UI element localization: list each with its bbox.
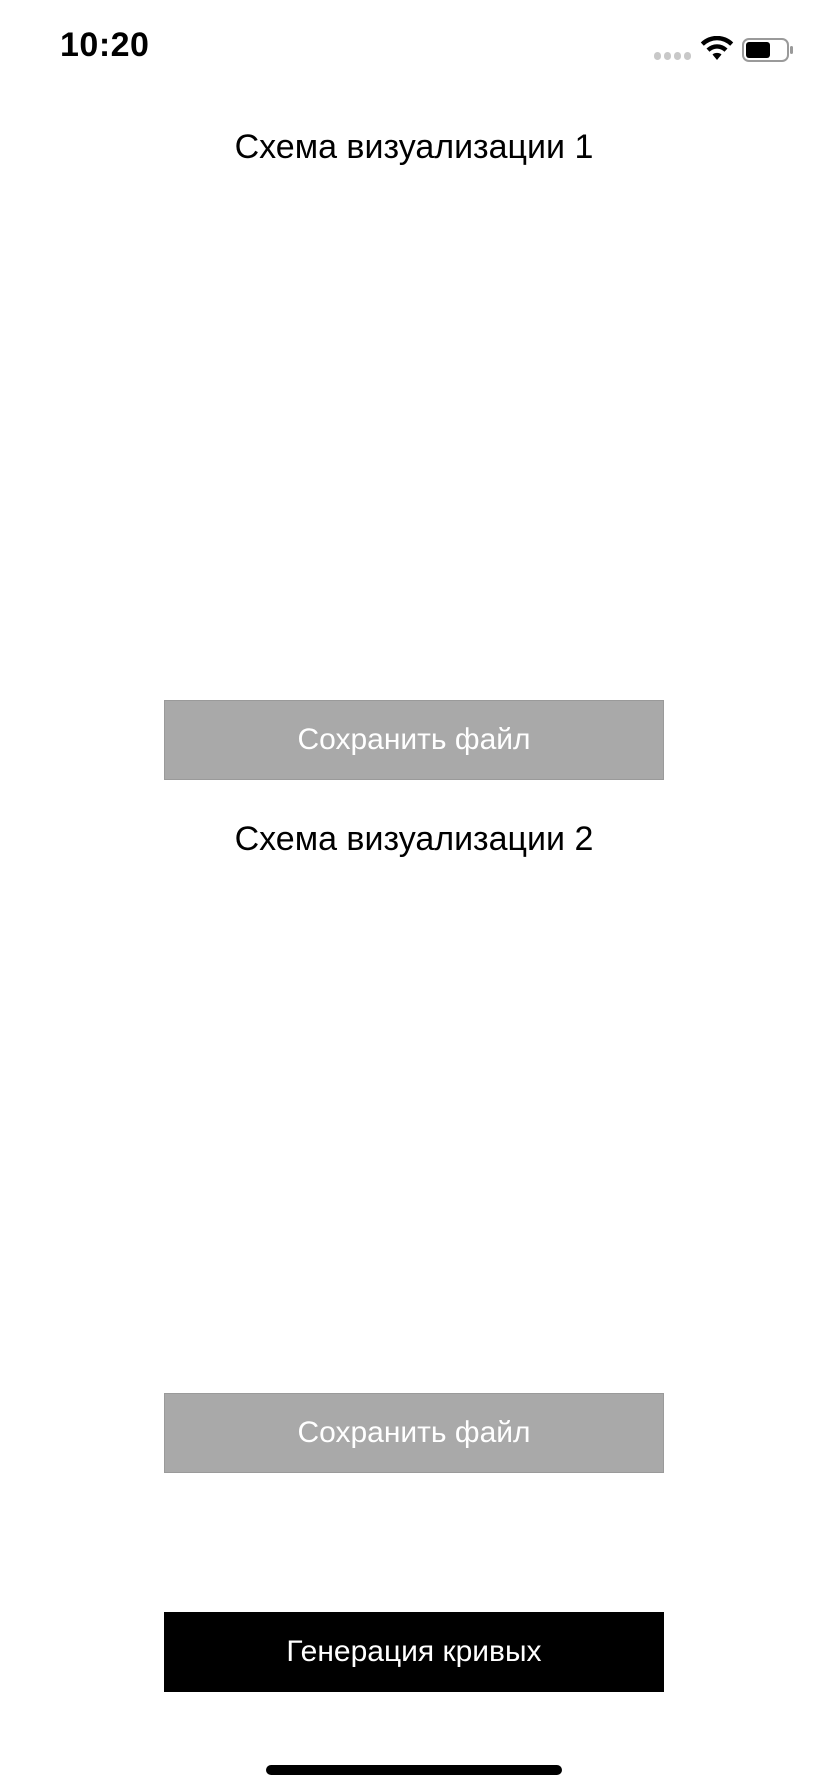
home-indicator[interactable] (266, 1765, 562, 1775)
save-file-1-button[interactable]: Сохранить файл (164, 700, 664, 780)
visualization-1-canvas (0, 180, 828, 690)
generate-curves-button[interactable]: Генерация кривых (164, 1612, 664, 1692)
signal-dots-icon (654, 52, 691, 60)
save-file-2-button[interactable]: Сохранить файл (164, 1393, 664, 1473)
status-time: 10:20 (60, 26, 150, 64)
visualization-1-title: Схема визуализации 1 (234, 128, 594, 166)
status-bar: 10:20 (0, 0, 828, 100)
visualization-2-canvas (0, 872, 828, 1382)
visualization-2-title: Схема визуализации 2 (234, 820, 594, 858)
wifi-icon (700, 36, 734, 60)
battery-icon (742, 38, 793, 62)
